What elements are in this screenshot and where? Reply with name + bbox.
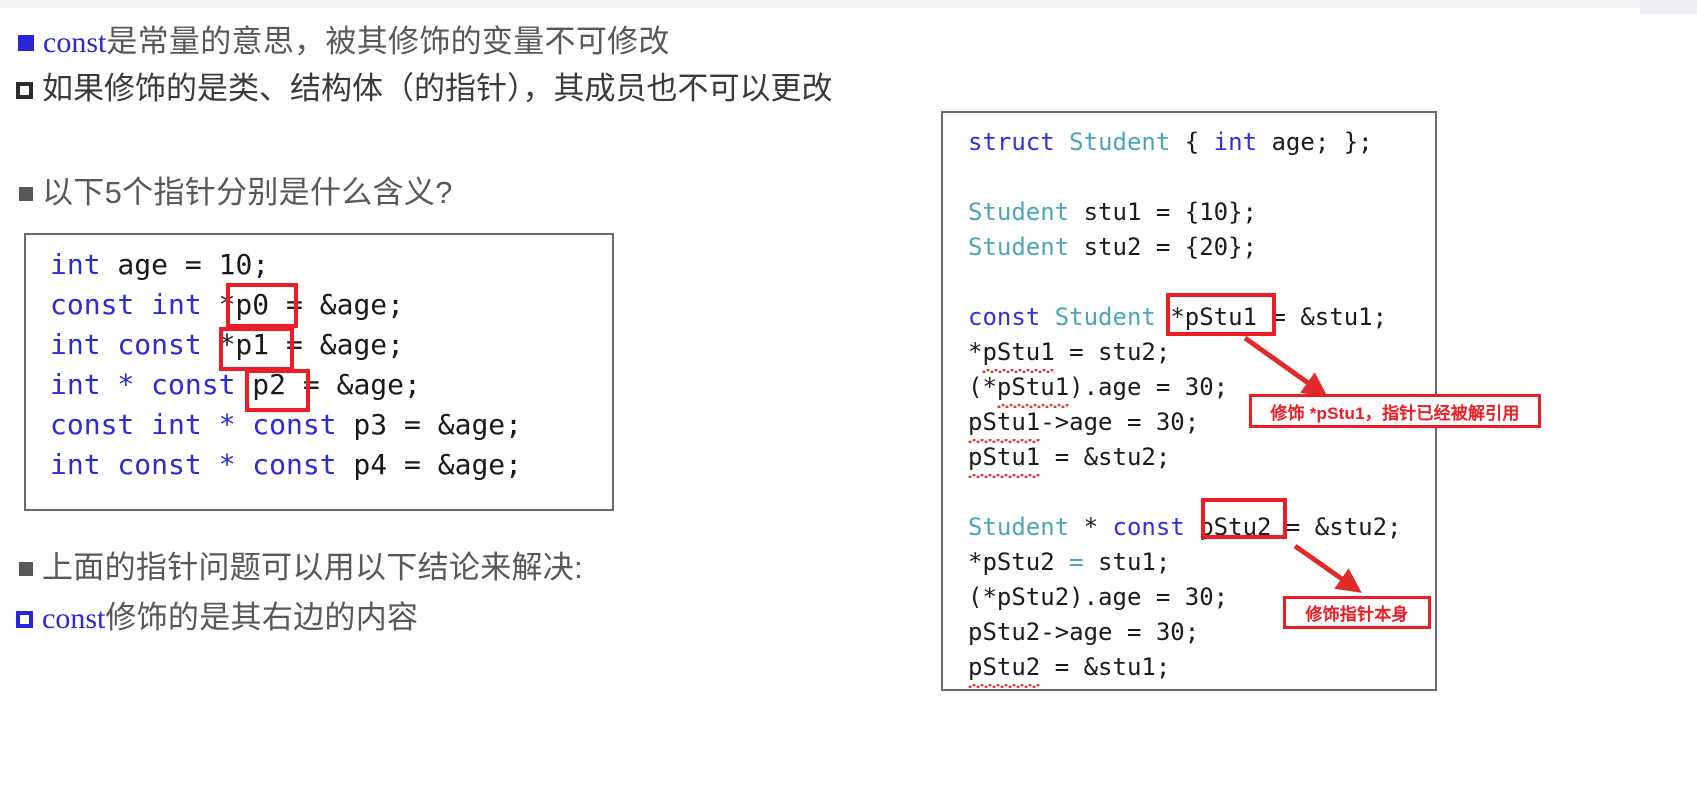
bullet-2-text: 如果修饰的是类、结构体（的指针），其成员也不可以更改 (42, 71, 833, 106)
bullet-1-text: 是常量的意思，被其修饰的变量不可修改 (106, 24, 670, 59)
highlight-p2 (245, 369, 310, 412)
bullet-item-5: const 修饰的是其右边的内容 (16, 592, 418, 637)
filled-grey-square-icon-2 (19, 562, 33, 576)
filled-blue-square-icon (18, 35, 34, 51)
bullet-1-code: const (43, 26, 107, 59)
annotation-callout-pstu1: 修饰 *pStu1，指针已经被解引用 (1249, 394, 1541, 428)
highlight-p1 (219, 327, 294, 371)
filled-grey-square-icon (19, 187, 33, 201)
hollow-blue-square-icon (16, 611, 33, 628)
annotation-callout-pstu2: 修饰指针本身 (1283, 596, 1431, 629)
top-right-decoration (1640, 0, 1697, 14)
highlight-p0 (226, 283, 298, 328)
bullet-item-2: 如果修饰的是类、结构体（的指针），其成员也不可以更改 (16, 63, 833, 108)
highlight-pstu1 (1166, 293, 1276, 336)
bullet-item-3: 以下5个指针分别是什么含义? (19, 167, 453, 212)
hollow-dark-square-icon (16, 82, 33, 99)
left-code-box: int age = 10; const int *p0 = &age; int … (24, 233, 614, 511)
bullet-4-text: 上面的指针问题可以用以下结论来解决: (42, 550, 584, 585)
left-content-column: const 是常量的意思，被其修饰的变量不可修改 如果修饰的是类、结构体（的指针… (0, 0, 930, 801)
bullet-5-text: 修饰的是其右边的内容 (105, 600, 419, 635)
bullet-3-text: 以下5个指针分别是什么含义? (42, 175, 453, 210)
bullet-5-code: const (42, 602, 106, 635)
highlight-pstu2 (1201, 498, 1287, 539)
bullet-item-4: 上面的指针问题可以用以下结论来解决: (19, 542, 583, 587)
bullet-item-1: const 是常量的意思，被其修饰的变量不可修改 (18, 16, 670, 61)
